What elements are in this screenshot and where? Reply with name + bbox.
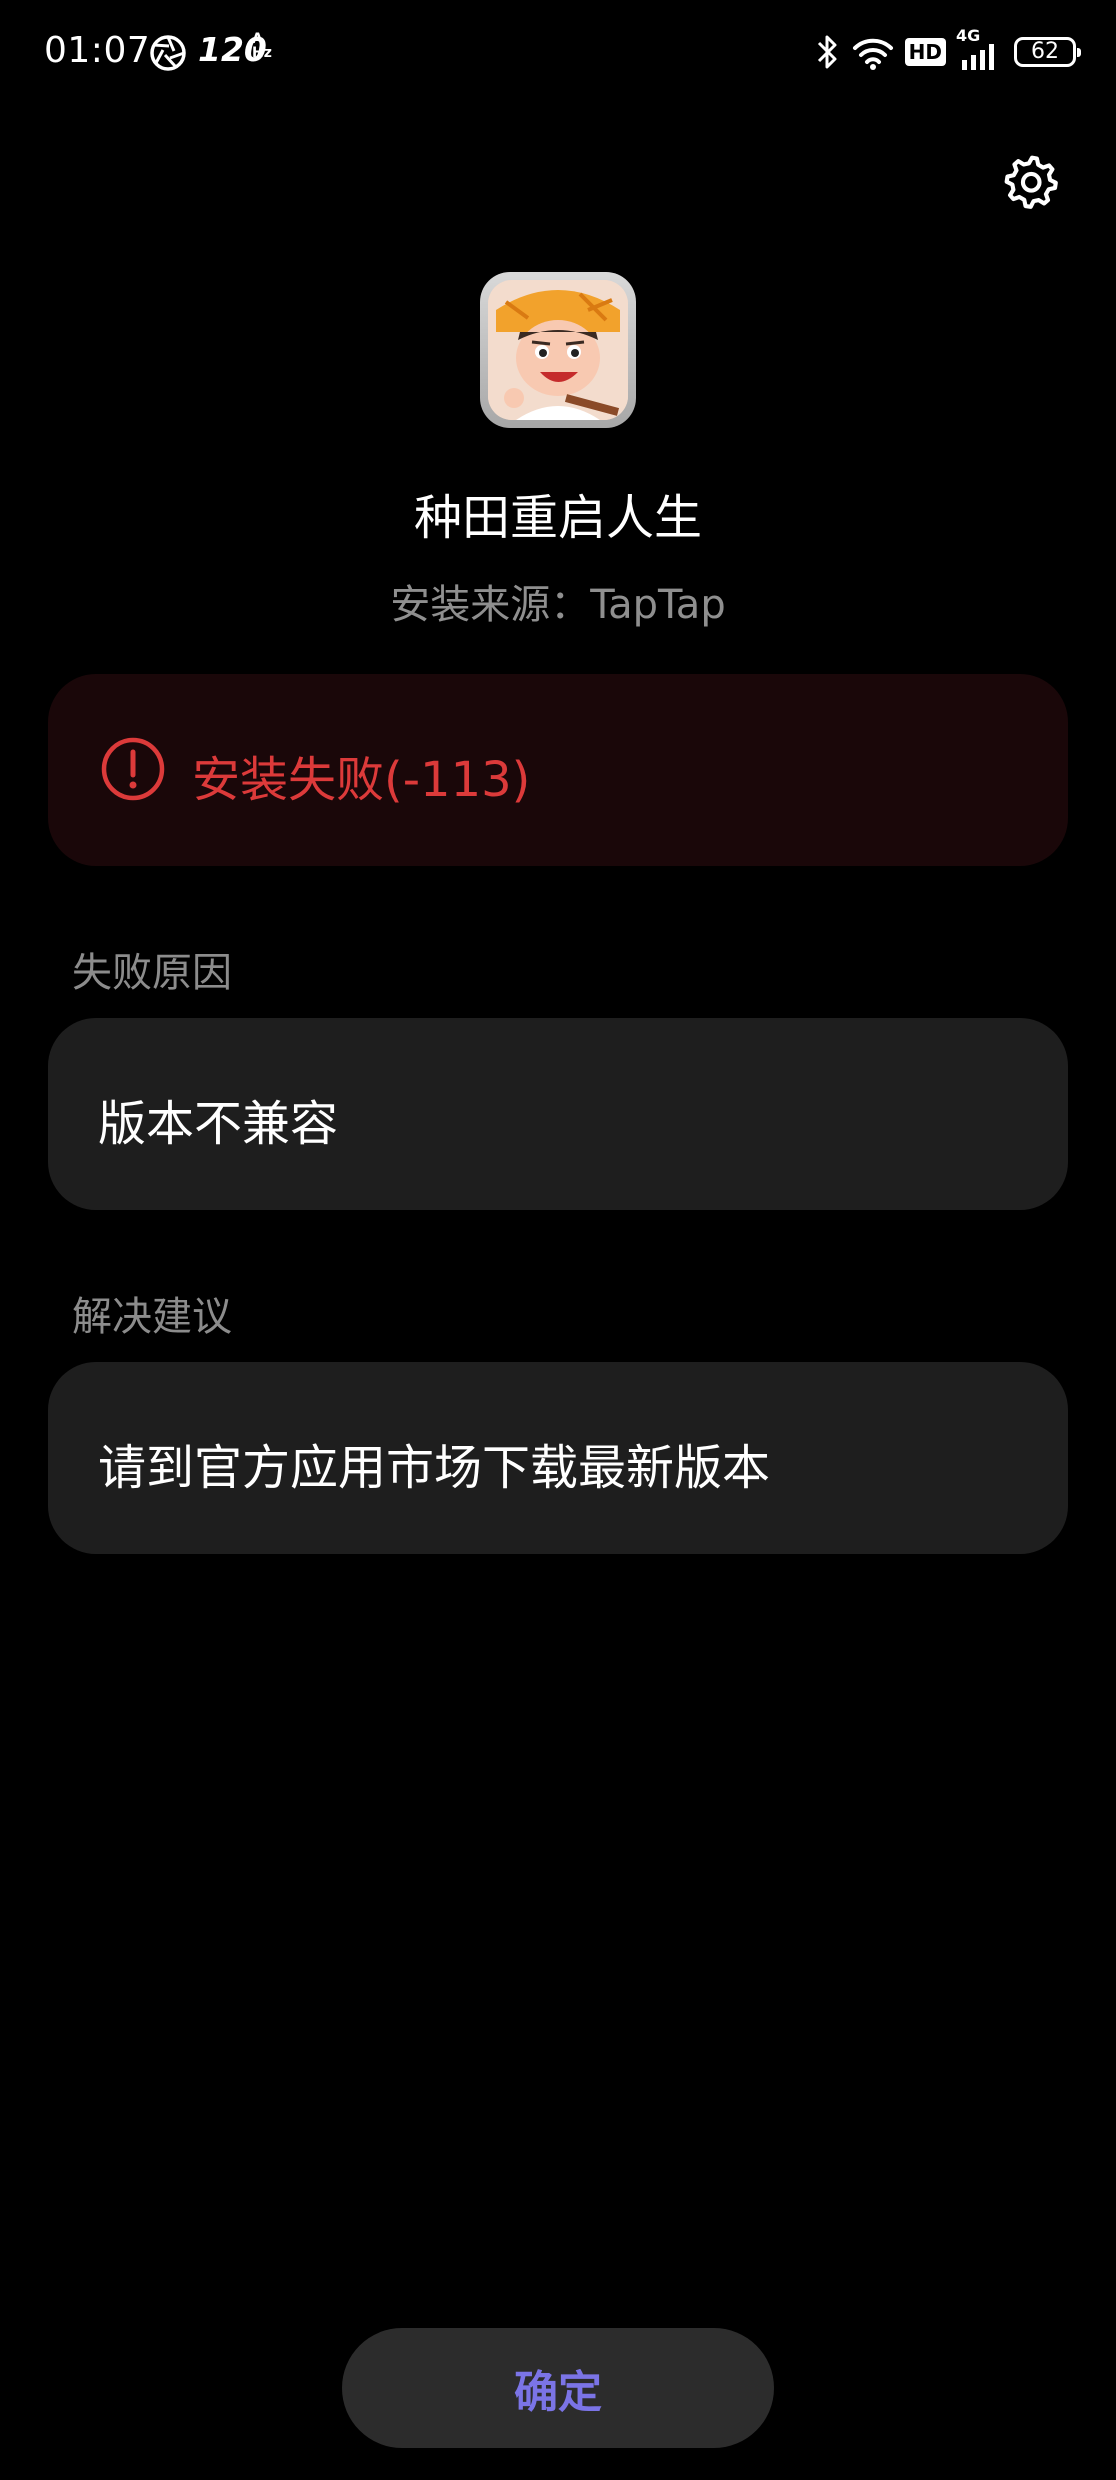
confirm-button[interactable]: 确定 (342, 2328, 774, 2448)
suggestion-label: 解决建议 (72, 1294, 232, 1340)
exclamation-circle-icon (101, 737, 165, 801)
settings-button[interactable] (998, 148, 1066, 216)
aperture-icon (150, 35, 186, 71)
status-bar: 01:07 120 A Hz HD 4G 62 (0, 0, 1116, 104)
status-icons: HD 4G 62 (813, 26, 1081, 74)
error-message: 安装失败(-113) (192, 752, 531, 808)
failure-reason-card: 版本不兼容 (48, 1018, 1068, 1210)
battery-icon: 62 (1014, 37, 1081, 67)
refresh-rate-unit: A Hz (252, 32, 272, 60)
error-banner: 安装失败(-113) (48, 674, 1068, 866)
hd-badge: HD (904, 38, 946, 66)
battery-level: 62 (1031, 39, 1059, 64)
app-icon-image (488, 280, 628, 420)
signal-bars-icon (962, 44, 994, 70)
app-name: 种田重启人生 (413, 490, 702, 546)
app-character-image (488, 280, 628, 420)
app-icon (480, 272, 636, 428)
bluetooth-icon (817, 35, 837, 69)
status-time: 01:07 (44, 30, 151, 71)
suggestion-value: 请到官方应用市场下载最新版本 (98, 1440, 771, 1496)
signal-icon: 4G (956, 26, 1004, 72)
wifi-icon (852, 38, 893, 70)
refresh-rate-unit-text: Hz (252, 45, 272, 61)
failure-reason-value: 版本不兼容 (98, 1096, 339, 1152)
suggestion-card: 请到官方应用市场下载最新版本 (48, 1362, 1068, 1554)
install-source: 安装来源：TapTap (390, 582, 726, 628)
gear-icon (1004, 155, 1058, 209)
failure-reason-label: 失败原因 (72, 950, 232, 996)
